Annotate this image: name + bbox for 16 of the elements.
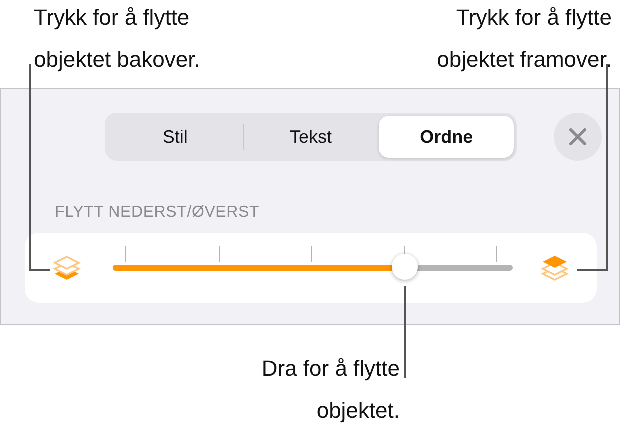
send-backward-icon[interactable] [52, 253, 82, 283]
tab[interactable]: Stil [108, 116, 243, 158]
callout-text: Trykk for å flytte objektet bakover. [34, 4, 200, 74]
tick-mark [219, 246, 220, 262]
section-label: FLYTT NEDERST/ØVERST [55, 204, 261, 222]
slider-thumb[interactable] [392, 254, 418, 280]
tick-mark [311, 246, 312, 262]
tick-mark [496, 246, 498, 262]
tab[interactable]: Tekst [244, 116, 378, 158]
tick-mark [125, 246, 126, 262]
close-button[interactable] [554, 113, 602, 161]
callout-text: Trykk for å flytte objektet framover. [437, 4, 612, 74]
callout-text: Dra for å flytte objektet. [262, 355, 400, 425]
bring-forward-icon[interactable] [540, 253, 570, 283]
close-icon [568, 127, 588, 147]
tab[interactable]: Ordne [379, 116, 514, 158]
